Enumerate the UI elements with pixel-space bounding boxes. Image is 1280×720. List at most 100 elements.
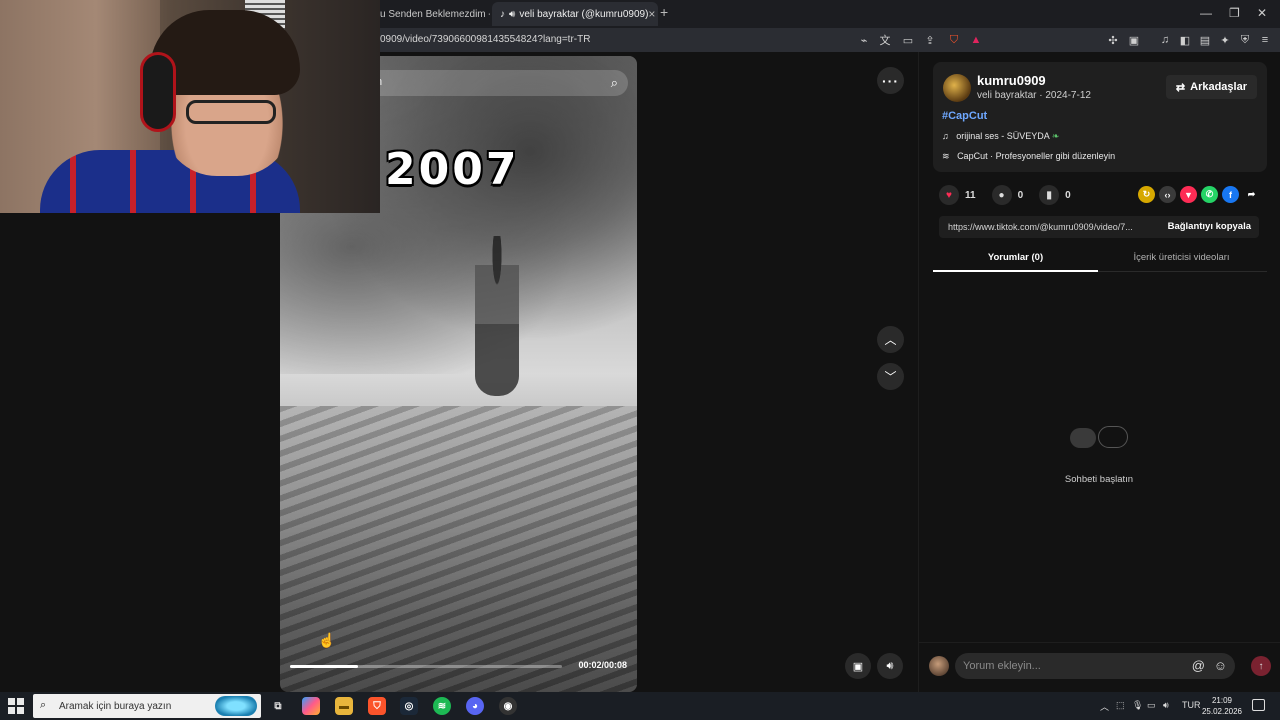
music-note-icon: ♫: [942, 131, 954, 141]
facebook-icon[interactable]: f: [1222, 186, 1239, 203]
brave-shield-icon[interactable]: ⛉: [946, 32, 962, 48]
leaf-icon: ❧: [1051, 131, 1060, 141]
copy-link-row: https://www.tiktok.com/@kumru0909/video/…: [939, 216, 1259, 238]
taskbar-clock[interactable]: 21:09 25.02.2026: [1200, 695, 1244, 717]
next-video-button[interactable]: ﹀: [877, 363, 904, 390]
search-highlight-image: [215, 696, 257, 716]
comment-button[interactable]: ● 0: [991, 185, 1023, 205]
brave-browser-icon[interactable]: ⛉: [368, 697, 386, 715]
file-explorer-icon[interactable]: ▬: [335, 697, 353, 715]
arrow-up-icon: ↑: [1258, 660, 1264, 672]
comment-input[interactable]: Yorum ekleyin... @ ☺: [955, 653, 1235, 679]
save-button[interactable]: ▮ 0: [1039, 185, 1071, 205]
webcam-headset: [140, 52, 176, 132]
microphone-icon[interactable]: 🎙︎: [1132, 700, 1143, 711]
music-label: orijinal ses - SÜVEYDA: [956, 131, 1050, 141]
video-time: 00:02/00:08: [578, 660, 627, 670]
vpn-icon[interactable]: ⛨: [1237, 32, 1253, 48]
comment-composer: Yorum ekleyin... @ ☺ ↑: [919, 642, 1280, 690]
hashtag-link[interactable]: #CapCut: [942, 110, 987, 122]
task-view-icon[interactable]: ⧉: [269, 697, 287, 715]
author-avatar[interactable]: [943, 74, 971, 102]
discord-icon[interactable]: ◕: [466, 697, 484, 715]
windows-start-icon[interactable]: [8, 698, 24, 714]
previous-video-button[interactable]: ︿: [877, 326, 904, 353]
author-card: kumru0909 veli bayraktar · 2024-7-12 ⇄ A…: [933, 62, 1267, 172]
cast-icon[interactable]: ▭: [900, 32, 916, 48]
minimize-icon[interactable]: —: [1200, 6, 1212, 20]
capcut-label: CapCut · Profesyoneller gibi düzenleyin: [957, 151, 1116, 161]
save-count: 0: [1065, 189, 1071, 201]
comment-icon: ●: [991, 185, 1012, 205]
copilot-icon[interactable]: [302, 697, 320, 715]
tab-youtube[interactable]: u Senden Beklemezdim - You: [372, 2, 490, 26]
embed-icon[interactable]: ‹›: [1159, 186, 1176, 203]
tab-creator-videos[interactable]: İçerik üreticisi videoları: [1099, 252, 1264, 263]
music-link[interactable]: ♫ orijinal ses - SÜVEYDA ❧: [942, 131, 1059, 142]
share-page-icon[interactable]: ⇪: [922, 32, 938, 48]
tab-label: u Senden Beklemezdim - You: [380, 8, 490, 20]
menu-icon[interactable]: ≡: [1257, 32, 1273, 48]
obs-icon[interactable]: ◉: [499, 697, 517, 715]
taskbar: ⌕ Aramak için buraya yazın ⧉ ▬ ⛉ ◎ ≋ ◕ ◉…: [0, 692, 1280, 720]
steam-icon[interactable]: ◎: [400, 697, 418, 715]
friends-button[interactable]: ⇄ Arkadaşlar: [1165, 75, 1257, 99]
wallet-icon[interactable]: ▤: [1197, 32, 1213, 48]
language-indicator[interactable]: TUR: [1182, 700, 1201, 710]
details-panel: kumru0909 veli bayraktar · 2024-7-12 ⇄ A…: [918, 52, 1280, 692]
notifications-icon[interactable]: [1252, 699, 1265, 711]
webcam-overlay: [0, 0, 380, 213]
more-options-button[interactable]: ···: [877, 67, 904, 94]
author-username[interactable]: kumru0909: [977, 73, 1046, 88]
screenshot-icon[interactable]: ▣: [1126, 32, 1142, 48]
video-progress-bar[interactable]: [290, 665, 562, 668]
copy-link-button[interactable]: Bağlantıyı kopyala: [1168, 221, 1251, 232]
author-subline: veli bayraktar · 2024-7-12: [977, 90, 1091, 101]
media-icon[interactable]: ♫: [1157, 32, 1173, 48]
close-tab-icon[interactable]: ×: [648, 7, 655, 21]
spotify-icon[interactable]: ≋: [433, 697, 451, 715]
sidebar-icon[interactable]: ◧: [1177, 32, 1193, 48]
restore-icon[interactable]: ❐: [1229, 6, 1240, 20]
empty-comments: Sohbeti başlatın: [1029, 424, 1169, 485]
whatsapp-icon[interactable]: ✆: [1201, 186, 1218, 203]
volume-button[interactable]: 🔊︎: [877, 653, 903, 679]
video-link: https://www.tiktok.com/@kumru0909/video/…: [948, 222, 1133, 232]
volume-icon[interactable]: 🔊︎: [1163, 700, 1169, 711]
taskbar-search-placeholder: Aramak için buraya yazın: [59, 701, 172, 712]
mention-icon[interactable]: @: [1192, 658, 1205, 673]
video-progress-fill: [290, 665, 358, 668]
tab-tiktok[interactable]: ♪ 🔊︎ veli bayraktar (@kumru0909) ×: [492, 2, 658, 26]
capcut-link[interactable]: ≋ CapCut · Profesyoneller gibi düzenleyi…: [942, 151, 1115, 162]
heart-icon: ♥: [939, 185, 959, 205]
network-icon[interactable]: ▭: [1147, 700, 1156, 711]
repost-icon[interactable]: ↻: [1138, 186, 1155, 203]
panel-tabs: Yorumlar (0) İçerik üreticisi videoları: [933, 248, 1267, 272]
tray-app-icon[interactable]: ⬚: [1116, 700, 1125, 711]
clock-time: 21:09: [1211, 696, 1233, 705]
translate-icon[interactable]: 文: [877, 32, 893, 48]
url-field[interactable]: 0909/video/7390660098143554824?lang=tr-T…: [380, 34, 590, 45]
extensions-icon[interactable]: ✣: [1105, 32, 1121, 48]
video-frame-ground: [280, 405, 637, 692]
leo-ai-icon[interactable]: ✦: [1217, 32, 1233, 48]
like-button[interactable]: ♥ 11: [939, 185, 976, 205]
tab-comments[interactable]: Yorumlar (0): [933, 252, 1098, 263]
search-icon[interactable]: ⌕: [611, 75, 618, 91]
taskbar-search[interactable]: ⌕ Aramak için buraya yazın: [33, 694, 261, 718]
speaker-icon[interactable]: 🔊︎: [509, 8, 515, 20]
chevron-down-icon: ﹀: [884, 370, 897, 384]
screen: u Senden Beklemezdim - You ♪ 🔊︎ veli bay…: [0, 0, 1280, 720]
post-comment-button[interactable]: ↑: [1251, 656, 1271, 676]
new-tab-button[interactable]: +: [660, 4, 668, 20]
tray-expand-icon[interactable]: ︿: [1100, 700, 1109, 713]
reader-icon[interactable]: ⌁: [856, 32, 872, 48]
chevron-up-icon: ︿: [884, 333, 897, 347]
share-arrow-icon[interactable]: ➦: [1243, 186, 1260, 203]
floating-player-button[interactable]: ▣: [845, 653, 871, 679]
send-to-friends-icon[interactable]: ▼: [1180, 186, 1197, 203]
comment-placeholder: Yorum ekleyin...: [963, 660, 1041, 672]
emoji-icon[interactable]: ☺: [1214, 658, 1227, 673]
brave-rewards-icon[interactable]: ▲: [968, 32, 984, 48]
close-window-icon[interactable]: ✕: [1257, 6, 1267, 20]
